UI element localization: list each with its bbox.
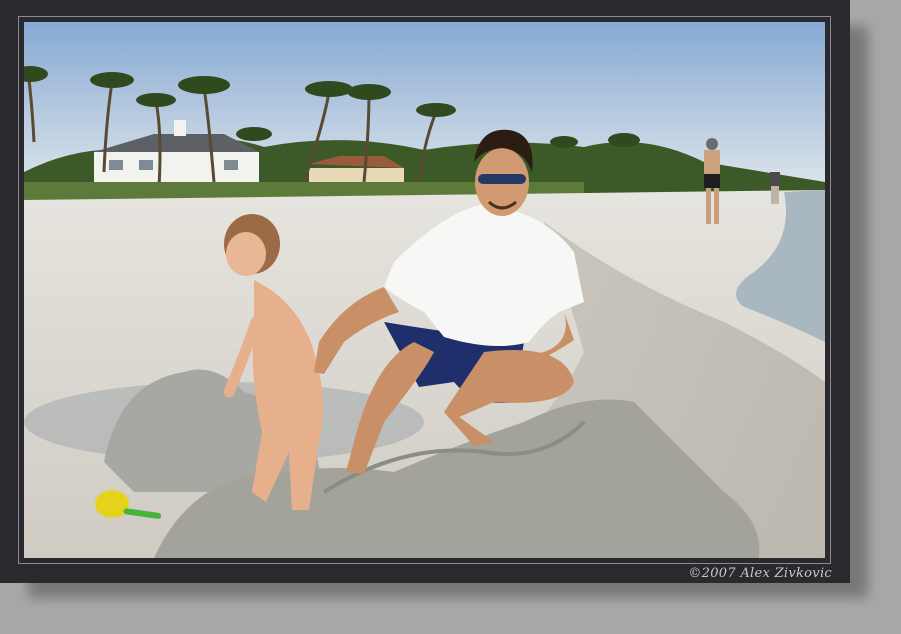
walker-distant — [770, 172, 780, 204]
beach-photo — [24, 22, 825, 558]
beach-scene — [24, 22, 825, 558]
copyright-text: ©2007 Alex Zivkovic — [688, 566, 832, 581]
photo-frame: ©2007 Alex Zivkovic — [0, 0, 850, 583]
